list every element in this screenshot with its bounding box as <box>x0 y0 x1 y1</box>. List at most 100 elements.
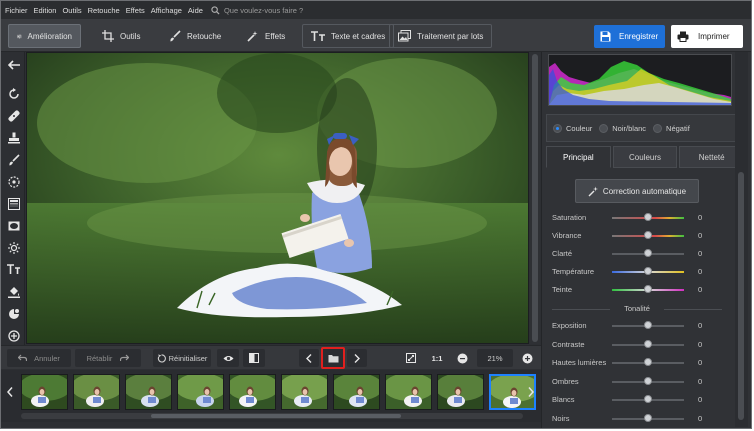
menu-aide[interactable]: Aide <box>188 6 203 15</box>
radio-couleur[interactable]: Couleur <box>553 123 592 133</box>
radio-negatif[interactable]: Négatif <box>653 123 690 133</box>
slider-knob[interactable] <box>644 231 652 239</box>
filmstrip-scrollbar[interactable] <box>21 413 523 419</box>
slider-knob[interactable] <box>644 249 652 257</box>
thumbnail[interactable] <box>229 374 276 410</box>
slider-clart-[interactable]: Clarté 0 <box>552 248 702 260</box>
slider-knob[interactable] <box>644 413 652 422</box>
auto-correction-button[interactable]: Correction automatique <box>575 179 699 203</box>
zoom-level[interactable]: 21% <box>477 349 513 367</box>
zoom-out-button[interactable] <box>453 349 471 367</box>
add-circle-icon[interactable] <box>7 329 20 342</box>
chevron-left-icon <box>306 353 312 363</box>
slider-knob[interactable] <box>644 213 652 221</box>
print-button[interactable]: Imprimer <box>671 25 743 48</box>
radio-noir-blanc[interactable]: Noir/blanc <box>599 123 646 133</box>
menu-fichier[interactable]: Fichier <box>5 6 28 15</box>
left-toolbar <box>1 52 25 345</box>
slider-label: Ombres <box>552 376 579 386</box>
text-tool-icon[interactable] <box>7 263 20 276</box>
prev-image-button[interactable] <box>299 349 319 367</box>
crop-icon <box>102 30 114 42</box>
slider-temp-rature[interactable]: Température 0 <box>552 266 702 278</box>
thumbnail[interactable] <box>73 374 120 410</box>
menu-retouche[interactable]: Retouche <box>88 6 120 15</box>
thumbnail[interactable] <box>125 374 172 410</box>
save-button[interactable]: Enregistrer <box>594 25 665 48</box>
recolor-icon[interactable] <box>7 307 20 320</box>
magic-wand-icon <box>588 186 598 196</box>
histogram <box>548 54 732 106</box>
thumbnail[interactable] <box>281 374 328 410</box>
next-image-button[interactable] <box>347 349 367 367</box>
gradient-filter-icon[interactable] <box>7 197 20 210</box>
slider-knob[interactable] <box>644 358 652 366</box>
filmstrip-scroll-thumb[interactable] <box>151 414 401 418</box>
menu-search[interactable]: Que voulez-vous faire ? <box>211 6 303 15</box>
menu-outils[interactable]: Outils <box>62 6 81 15</box>
slider-knob[interactable] <box>644 395 652 403</box>
actual-size-button[interactable]: 1:1 <box>425 349 449 367</box>
canvas-scrollbar[interactable] <box>530 52 540 344</box>
slider-knob[interactable] <box>644 267 652 275</box>
stamp-icon[interactable] <box>7 131 20 144</box>
fit-screen-button[interactable] <box>401 349 421 367</box>
film-next-button[interactable] <box>526 384 536 400</box>
reset-button[interactable]: Réinitialiser <box>153 349 211 367</box>
tab-outils[interactable]: Outils <box>94 24 148 48</box>
tone-slider-blancs[interactable]: Blancs 0 <box>552 394 702 406</box>
thumbnail[interactable] <box>177 374 224 410</box>
bandage-icon[interactable] <box>7 109 20 122</box>
thumbnail[interactable] <box>21 374 68 410</box>
menu-affichage[interactable]: Affichage <box>151 6 182 15</box>
tab-traitement-lots[interactable]: Traitement par lots <box>389 24 493 48</box>
compare-button[interactable] <box>243 349 265 367</box>
thumbnail[interactable] <box>333 374 380 410</box>
vignette-icon[interactable] <box>7 219 20 232</box>
fill-bucket-icon[interactable] <box>7 285 20 298</box>
slider-teinte[interactable]: Teinte 0 <box>552 284 702 296</box>
tone-slider-hautes-lumi-res[interactable]: Hautes lumières 0 <box>552 357 702 369</box>
thumbnail[interactable] <box>385 374 432 410</box>
auto-correction-label: Correction automatique <box>602 186 687 196</box>
tab-amelioration[interactable]: Amélioration <box>8 24 81 48</box>
redo-button[interactable]: Rétablir <box>75 349 141 367</box>
tab-principal[interactable]: Principal <box>546 146 611 168</box>
menu-effets[interactable]: Effets <box>126 6 145 15</box>
rotate-icon[interactable] <box>7 87 20 100</box>
undo-label: Annuler <box>34 353 60 363</box>
scrollbar-thumb[interactable] <box>532 54 538 342</box>
tab-texte-cadres[interactable]: Texte et cadres <box>302 24 395 48</box>
tab-retouche[interactable]: Retouche <box>161 24 229 48</box>
radial-icon[interactable] <box>7 175 20 188</box>
slider-saturation[interactable]: Saturation 0 <box>552 212 702 224</box>
tab-label: Traitement par lots <box>417 31 484 41</box>
slider-value: 0 <box>698 358 703 367</box>
slider-knob[interactable] <box>644 376 652 385</box>
back-arrow-icon[interactable] <box>7 58 20 71</box>
print-label: Imprimer <box>698 32 730 41</box>
folder-icon <box>328 354 338 362</box>
menu-edition[interactable]: Edition <box>34 6 57 15</box>
panel-scroll-thumb[interactable] <box>738 172 744 420</box>
tone-slider-noirs[interactable]: Noirs 0 <box>552 413 702 425</box>
brush-tool-icon[interactable] <box>7 153 20 166</box>
panel-scrollbar[interactable] <box>735 52 748 427</box>
undo-button[interactable]: Annuler <box>7 349 71 367</box>
tab-effets[interactable]: Effets <box>239 24 293 48</box>
light-icon[interactable] <box>7 241 20 254</box>
slider-knob[interactable] <box>644 339 652 348</box>
preview-toggle-button[interactable] <box>217 349 239 367</box>
tone-slider-exposition[interactable]: Exposition 0 <box>552 320 702 332</box>
open-folder-button[interactable] <box>321 347 345 369</box>
tab-couleurs[interactable]: Couleurs <box>612 146 678 168</box>
tone-slider-contraste[interactable]: Contraste 0 <box>552 339 702 351</box>
zoom-in-button[interactable] <box>518 349 536 367</box>
thumbnail[interactable] <box>437 374 484 410</box>
film-prev-button[interactable] <box>5 384 15 400</box>
tone-slider-ombres[interactable]: Ombres 0 <box>552 376 702 388</box>
slider-knob[interactable] <box>644 285 652 293</box>
photo-canvas[interactable] <box>26 52 529 344</box>
slider-vibrance[interactable]: Vibrance 0 <box>552 230 702 242</box>
slider-knob[interactable] <box>644 321 652 329</box>
